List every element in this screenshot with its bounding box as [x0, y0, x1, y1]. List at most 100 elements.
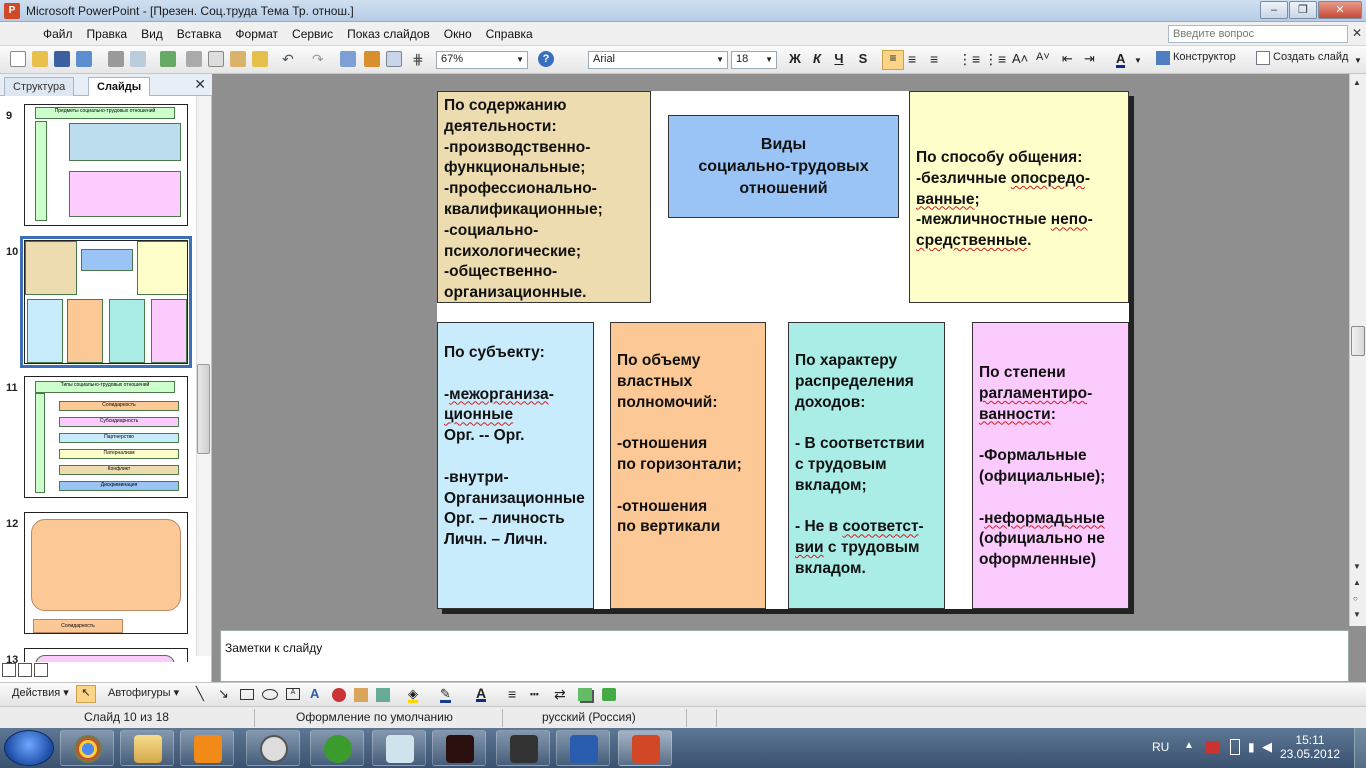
task-powerpoint[interactable] [618, 730, 672, 766]
grid-icon[interactable]: ⋕ [412, 51, 424, 69]
language-indicator[interactable]: RU [1152, 740, 1169, 754]
bullets-button[interactable]: ⋮≡ [984, 51, 1006, 69]
font-select[interactable]: Arial ▼ [588, 51, 728, 69]
scroll-up-icon[interactable]: ▲ [1353, 78, 1361, 87]
box-by-content[interactable]: По содержанию деятельности: -производств… [437, 91, 651, 303]
oval-icon[interactable] [262, 689, 278, 700]
toolbar-options-icon[interactable]: ▼ [1354, 56, 1362, 74]
slide-thumbnail-11[interactable]: Типы социально-трудовых отношений Солида… [24, 376, 188, 498]
print-icon[interactable] [108, 51, 124, 67]
close-button[interactable]: ✕ [1318, 1, 1362, 19]
text-color-icon[interactable]: A [476, 685, 487, 702]
slides-scrollbar-thumb[interactable] [197, 364, 210, 454]
font-color-button[interactable]: A [1116, 51, 1126, 68]
box-by-income[interactable]: По характеру распределения доходов: - В … [788, 322, 945, 609]
dash-style-icon[interactable]: ┅ [530, 686, 538, 704]
increase-font-button[interactable]: A˄ [1012, 51, 1028, 69]
rectangle-icon[interactable] [240, 689, 254, 700]
tab-slides[interactable]: Слайды [88, 77, 151, 96]
autoshapes-menu[interactable]: Автофигуры ▾ [108, 686, 179, 704]
line-color-icon[interactable]: ✎ [440, 686, 451, 703]
menu-view[interactable]: Вид [134, 27, 170, 41]
slide-title-box[interactable]: Виды социально-трудовых отношений [668, 115, 899, 218]
ask-question-input[interactable]: Введите вопрос [1168, 25, 1348, 43]
italic-button[interactable]: К [808, 51, 826, 69]
next-slide-icon[interactable]: ▼ [1353, 610, 1361, 619]
clock[interactable]: 15:11 23.05.2012 [1280, 733, 1340, 761]
undo-icon[interactable]: ↶ [282, 51, 294, 69]
task-clock[interactable] [246, 730, 300, 766]
line-style-icon[interactable]: ≡ [508, 686, 516, 704]
paste-icon[interactable] [230, 51, 246, 67]
doc-close-icon[interactable]: ✕ [1352, 26, 1362, 40]
slide-thumbnail-12[interactable]: Солидарность [24, 512, 188, 634]
task-utorrent[interactable] [310, 730, 364, 766]
show-desktop-button[interactable] [1354, 728, 1366, 768]
align-right-button[interactable]: ≡ [930, 51, 938, 69]
maximize-button[interactable]: ❐ [1289, 1, 1317, 19]
task-explorer[interactable] [120, 730, 174, 766]
actions-menu[interactable]: Действия ▾ [12, 686, 69, 704]
font-color-arrow-icon[interactable]: ▼ [1134, 56, 1142, 74]
bold-button[interactable]: Ж [786, 51, 804, 69]
slide-canvas[interactable]: По содержанию деятельности: -производств… [437, 91, 1129, 609]
box-by-regulation[interactable]: По степени рагламентиро- ванности: -Форм… [972, 322, 1129, 609]
menu-window[interactable]: Окно [437, 27, 479, 41]
powerpoint-icon[interactable]: P [4, 2, 20, 19]
open-icon[interactable] [32, 51, 48, 67]
textbox-icon[interactable]: A [286, 688, 300, 700]
task-notes[interactable] [372, 730, 426, 766]
save-icon[interactable] [54, 51, 70, 67]
decrease-font-button[interactable]: A˅ [1036, 51, 1050, 69]
task-word[interactable] [556, 730, 610, 766]
wordart-icon[interactable]: A [310, 686, 319, 704]
spelling-icon[interactable] [160, 51, 176, 67]
increase-indent-button[interactable]: ⇥ [1084, 51, 1095, 69]
redo-icon[interactable]: ↷ [312, 51, 324, 69]
permission-icon[interactable] [76, 51, 92, 67]
task-game[interactable] [432, 730, 486, 766]
notes-pane[interactable]: Заметки к слайду [220, 630, 1349, 682]
task-app[interactable] [496, 730, 550, 766]
insert-table-icon[interactable] [386, 51, 402, 67]
decrease-indent-button[interactable]: ⇤ [1062, 51, 1073, 69]
diagram-icon[interactable] [332, 688, 346, 702]
new-icon[interactable] [10, 51, 26, 67]
new-slide-button[interactable]: Создать слайд [1256, 51, 1348, 69]
line-icon[interactable]: ╲ [196, 686, 204, 704]
scroll-down-icon[interactable]: ▼ [1353, 562, 1361, 571]
select-pointer-icon[interactable]: ↖ [76, 685, 96, 703]
table-icon[interactable] [340, 51, 356, 67]
slide-scrollbar-thumb[interactable] [1351, 326, 1365, 356]
designer-button[interactable]: Конструктор [1156, 51, 1236, 69]
chart-icon[interactable] [364, 51, 380, 67]
zoom-select[interactable]: 67% ▼ [436, 51, 528, 69]
format-painter-icon[interactable] [252, 51, 268, 67]
clipart-icon[interactable] [354, 688, 368, 702]
align-center-button[interactable]: ≡ [908, 51, 916, 69]
numbering-button[interactable]: ⋮≡ [958, 51, 980, 69]
copy-icon[interactable] [208, 51, 224, 67]
cut-icon[interactable] [186, 51, 202, 67]
box-by-power[interactable]: По объему властных полномочий: -отношени… [610, 322, 766, 609]
normal-view-icon[interactable] [2, 663, 16, 677]
picture-icon[interactable] [376, 688, 390, 702]
slide-thumbnail-13[interactable] [24, 648, 188, 662]
align-left-button[interactable]: ≡ [882, 50, 904, 70]
font-size-select[interactable]: 18 ▼ [731, 51, 777, 69]
menu-file[interactable]: Файл [36, 27, 80, 41]
task-media[interactable] [180, 730, 234, 766]
select-object-icon[interactable]: ○ [1353, 594, 1358, 603]
box-by-communication[interactable]: По способу общения: -безличные опосредо-… [909, 91, 1129, 303]
arrow-icon[interactable]: ↘ [218, 686, 229, 704]
start-button[interactable] [4, 730, 54, 766]
arrow-style-icon[interactable]: ⇄ [554, 686, 566, 704]
3d-style-icon[interactable] [602, 688, 616, 701]
slide-thumbnail-9[interactable]: Предметы социально-трудовых отношений [24, 104, 188, 226]
menu-insert[interactable]: Вставка [170, 27, 229, 41]
prev-slide-icon[interactable]: ▲ [1353, 578, 1361, 587]
battery-icon[interactable] [1230, 739, 1240, 755]
preview-icon[interactable] [130, 51, 146, 67]
volume-icon[interactable]: ◀ [1262, 739, 1272, 755]
tab-outline[interactable]: Структура [4, 77, 75, 96]
